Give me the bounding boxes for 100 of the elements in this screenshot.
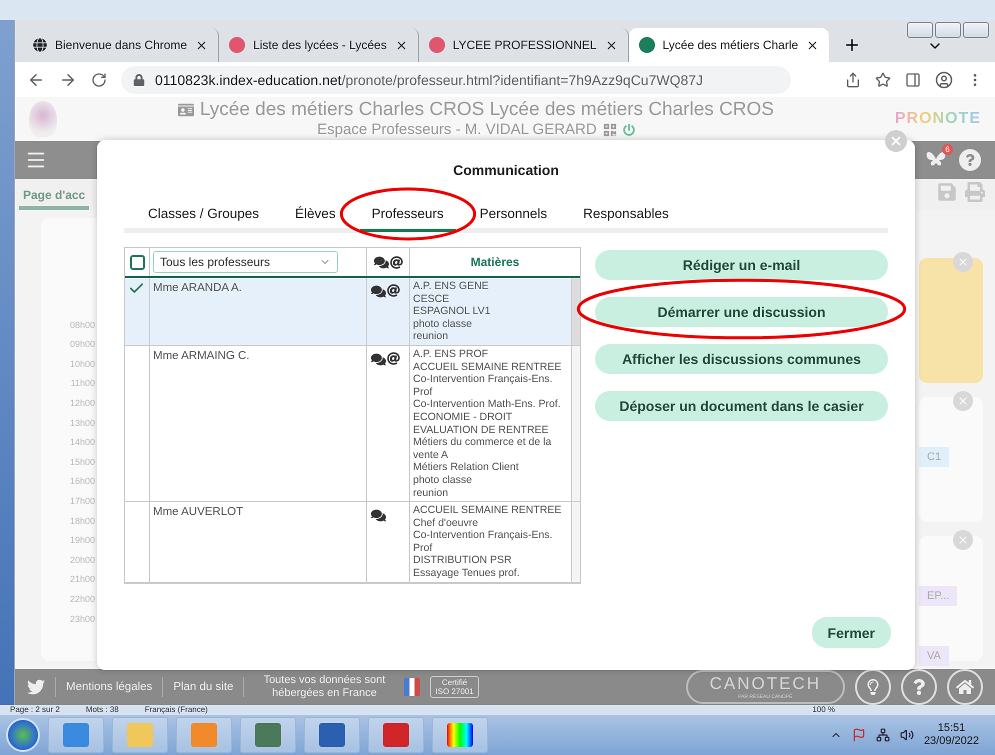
subject-text: reunion: [413, 330, 450, 343]
scrollbar[interactable]: [572, 346, 580, 502]
subject-text: A.P. ENS PROF: [413, 348, 490, 361]
close-icon[interactable]: [195, 38, 208, 52]
browser-tab[interactable]: Lycée des métiers Charle: [628, 28, 830, 62]
subject-text: ACCUEIL SEMAINE RENTREE: [413, 360, 562, 374]
lock-icon: [133, 74, 145, 86]
close-icon[interactable]: [806, 38, 820, 52]
taskbar-app-button[interactable]: [368, 717, 424, 753]
space-subtitle: Espace Professeurs - M. VIDAL GERARD: [317, 121, 597, 138]
close-button[interactable]: [963, 22, 989, 38]
subject-text: ECONOMIE - DROIT: [413, 410, 514, 424]
dialog-tab[interactable]: Responsables: [571, 206, 681, 232]
action-button[interactable]: Déposer un document dans le casier: [595, 391, 888, 421]
help-button[interactable]: [959, 148, 981, 171]
close-icon[interactable]: [604, 38, 618, 52]
clock[interactable]: 15:51 23/09/2022: [924, 722, 989, 748]
teacher-row[interactable]: [125, 346, 580, 502]
subject-text: CESCE: [413, 292, 450, 306]
power-icon[interactable]: [622, 124, 635, 136]
share-icon[interactable]: [845, 72, 861, 88]
hour-label: 16h00: [68, 475, 95, 488]
taskbar-app-button[interactable]: [304, 717, 360, 753]
subject-text: DISTRIBUTION PSR: [413, 554, 513, 568]
bird-icon[interactable]: [27, 678, 45, 696]
subject-text: photo classe: [413, 474, 473, 486]
course-tag: EP...: [919, 586, 958, 606]
at-sign-icon: [390, 256, 402, 268]
taskbar-app-button[interactable]: [48, 717, 104, 753]
start-button[interactable]: [6, 718, 40, 752]
globe-icon: [33, 38, 47, 52]
hour-label: 11h00: [70, 377, 95, 390]
id-card-icon: [178, 102, 194, 118]
dialog-tab[interactable]: Classes / Groupes: [136, 206, 272, 232]
subject-text: A.P. ENS GENE: [413, 280, 490, 293]
hour-label: 09h00: [68, 338, 95, 352]
flag-icon[interactable]: [852, 728, 866, 742]
select-all-checkbox[interactable]: [130, 254, 144, 270]
action-button[interactable]: Rédiger un e-mail: [595, 250, 888, 280]
site-icon: [229, 37, 246, 53]
column-header: Matières: [470, 255, 520, 269]
dialog-tab[interactable]: Élèves: [283, 206, 348, 232]
subject-text: Co-Intervention Français-Ens. Prof: [413, 529, 554, 554]
scrollbar[interactable]: [572, 502, 580, 582]
subject-text: Métiers Relation Client: [413, 461, 520, 474]
subject-text: Essayage Tenues prof.: [413, 567, 521, 580]
dialog-title: Communication: [452, 162, 560, 178]
teacher-row[interactable]: Mme AUVERLOT ACCUEIL SEMAINE RENTREE Chef d'oeuvre Co-Intervention Français-Ens. Prof DISTRIBUTION PSR Essayage Tenues prof.: [125, 502, 580, 583]
question-icon: [911, 678, 927, 695]
subject-text: reunion: [413, 486, 450, 500]
close-dialog-button[interactable]: Fermer: [812, 617, 891, 648]
reload-icon[interactable]: [91, 72, 107, 88]
hour-label: 20h00: [68, 554, 95, 567]
hour-label: 19h00: [68, 534, 95, 548]
teacher-name: Mme ARMAING C.: [153, 350, 250, 362]
action-button[interactable]: Afficher les discussions communes: [595, 344, 888, 374]
subject-text: Métiers du commerce et de la vente A: [413, 436, 552, 462]
course-tag: VA: [919, 646, 949, 666]
school-logo: [29, 100, 57, 137]
subject-text: ESPAGNOL LV1: [413, 305, 492, 318]
taskbar-app-button[interactable]: [432, 717, 488, 753]
teacher-row[interactable]: Mme ARANDA A. A.P. ENS GENE CESCE ESPAGNOL LV1 photo classe reunion: [125, 278, 580, 346]
hour-label: 08h00: [68, 318, 95, 332]
subject-text: ACCUEIL SEMAINE RENTREE: [413, 504, 562, 517]
hour-label: 18h00: [68, 514, 95, 528]
hour-label: 17h00: [68, 495, 95, 508]
subject-text: Co-Intervention Français-Ens. Prof: [413, 373, 554, 398]
dialog-tab[interactable]: Personnels: [468, 206, 560, 232]
taskbar-app-button[interactable]: [240, 717, 296, 753]
notification-badge: 6: [942, 144, 953, 155]
certification-badge: Certifié ISO 27001: [430, 676, 479, 698]
hour-label: 22h00: [68, 592, 95, 606]
scrollbar[interactable]: [572, 278, 580, 345]
hour-label: 15h00: [68, 456, 95, 469]
action-button[interactable]: Démarrer une discussion: [595, 297, 888, 327]
lightbulb-icon: [865, 678, 881, 695]
site-icon: [638, 37, 655, 53]
side-panel-icon[interactable]: [905, 72, 921, 88]
language-label: Français (France): [144, 705, 208, 715]
address-bar[interactable]: 0110823k.index-education.net/pronote/professeur.html?identifiant=7h9Azz9qCu7WQ87J: [121, 66, 791, 94]
volume-icon[interactable]: [900, 728, 914, 742]
close-icon: [889, 134, 903, 148]
hour-label: 21h00: [68, 573, 95, 586]
zoom-level: 100 %: [812, 705, 835, 715]
hosting-note: Toutes vos données sont hébergées en France: [262, 674, 386, 700]
star-icon[interactable]: [875, 72, 891, 88]
network-icon[interactable]: [876, 728, 890, 742]
profile-icon[interactable]: [935, 70, 953, 88]
flag-icon: [404, 678, 420, 696]
teacher-name: Mme AUVERLOT: [153, 506, 244, 518]
hour-label: 23h00: [68, 612, 95, 626]
subject-text: Chef d'oeuvre: [413, 516, 480, 530]
teacher-name: Mme ARANDA A.: [153, 282, 242, 294]
home-icon: [956, 678, 974, 696]
subject-text: photo classe: [413, 318, 473, 330]
qr-code-icon[interactable]: [602, 122, 617, 137]
page-count: Page : 2 sur 2: [10, 705, 60, 715]
close-icon[interactable]: [394, 38, 408, 52]
teacher-filter-dropdown[interactable]: Tous les professeurs: [153, 251, 338, 273]
question-icon: [964, 154, 976, 166]
